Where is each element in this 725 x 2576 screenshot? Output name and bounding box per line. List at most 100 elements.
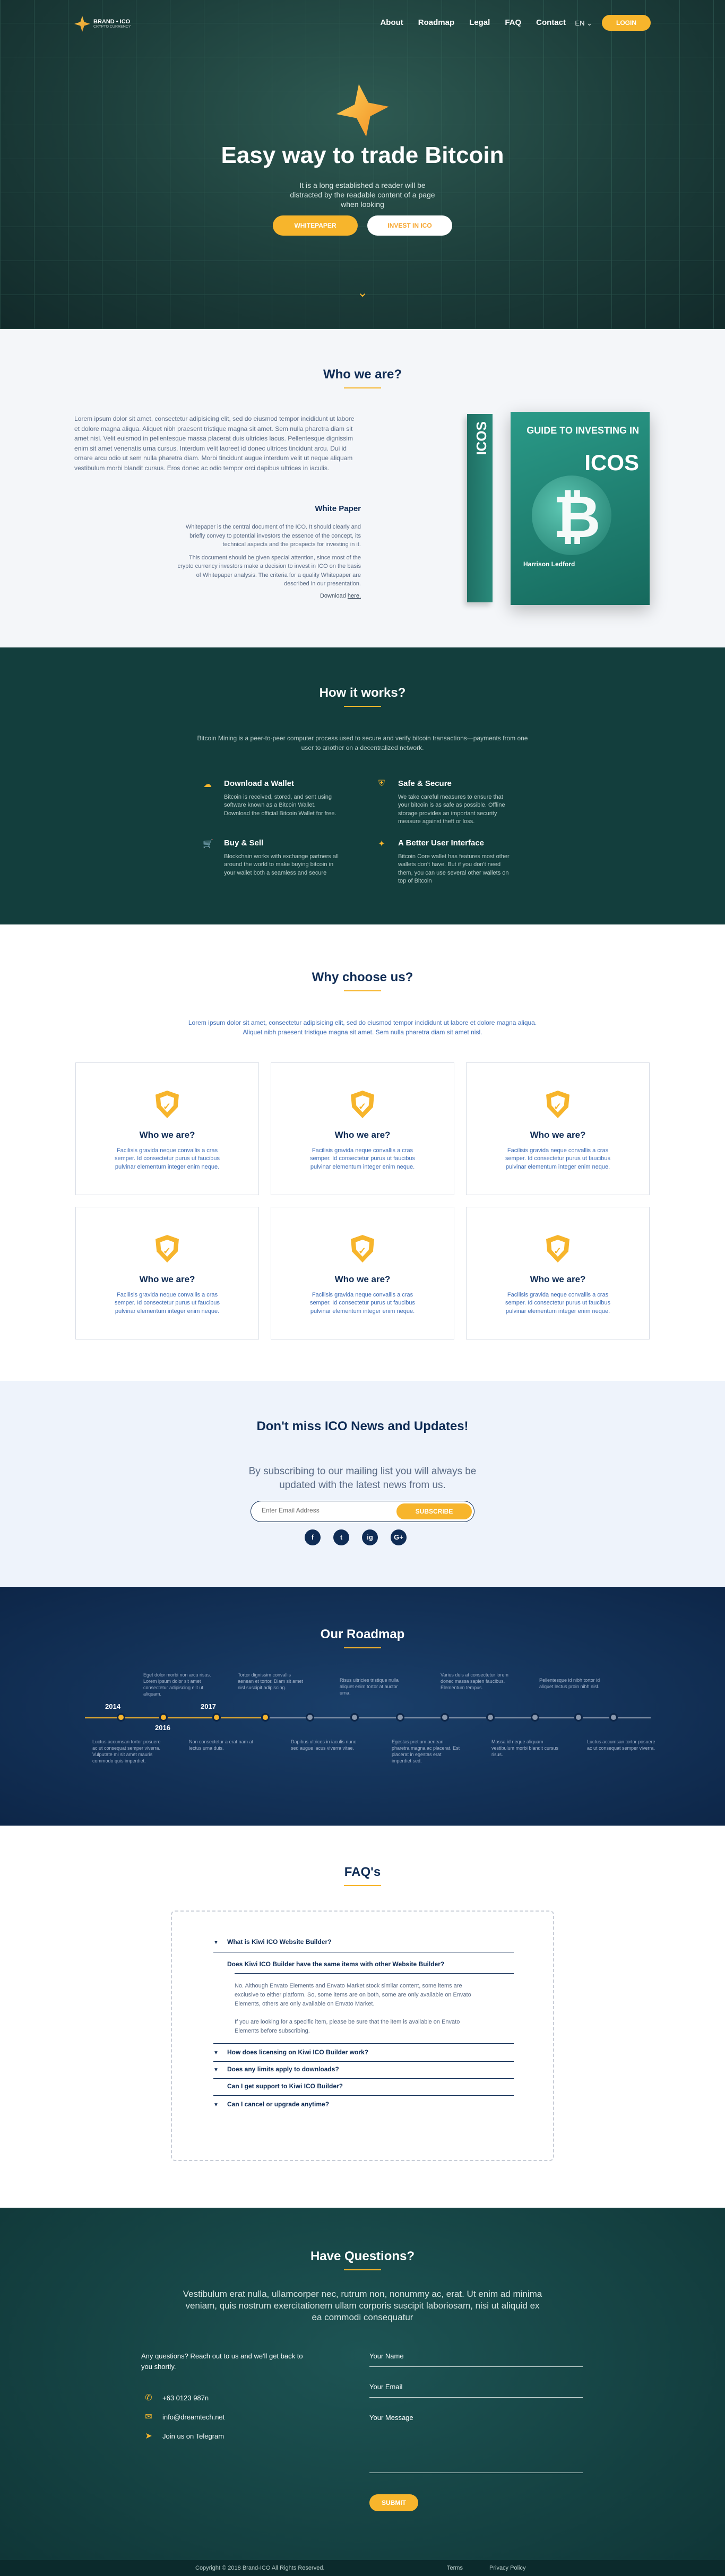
- invest-button[interactable]: INVEST IN ICO: [367, 215, 452, 236]
- roadmap-item: Pellentesque id nibh tortor id aliquet l…: [539, 1678, 600, 1690]
- social-links: f t ig G+: [305, 1529, 407, 1545]
- logo-subtitle: CRYPTO CURRENCY: [93, 25, 131, 29]
- nav-contact[interactable]: Contact: [536, 18, 566, 27]
- faq-question[interactable]: ▼ Can I cancel or upgrade anytime?: [213, 2100, 514, 2108]
- download-link[interactable]: here.: [348, 593, 361, 599]
- feature-download: ☁ Download a Wallet Bitcoin is received,…: [203, 779, 336, 817]
- instagram-icon[interactable]: ig: [362, 1529, 378, 1545]
- contact-section: Have Questions? Vestibulum erat nulla, u…: [0, 2208, 725, 2576]
- login-button[interactable]: LOGIN: [602, 15, 651, 31]
- google-plus-icon[interactable]: G+: [391, 1529, 407, 1545]
- facebook-icon[interactable]: f: [305, 1529, 321, 1545]
- year-label: 2014: [105, 1702, 120, 1710]
- twitter-icon[interactable]: t: [333, 1529, 349, 1545]
- divider: [213, 2095, 514, 2096]
- contact-title: Have Questions?: [0, 2249, 725, 2270]
- logo-title: BRAND • ICO: [93, 19, 131, 25]
- timeline-node: [261, 1713, 270, 1722]
- hero-section: BRAND • ICO CRYPTO CURRENCY About Roadma…: [0, 0, 725, 329]
- faq-subquestion[interactable]: Can I get support to Kiwi ICO Builder?: [213, 2082, 514, 2090]
- timeline-node: [306, 1713, 314, 1722]
- why-card: ✓ Who we are? Facilisis gravida neque conv…: [75, 1207, 259, 1339]
- envelope-icon: ✉: [145, 2413, 152, 2422]
- scroll-down-icon[interactable]: ⌄: [356, 287, 369, 299]
- faq-answer: If you are looking for a specific item, …: [235, 2019, 460, 2035]
- roadmap-item: Dapibus ultrices in iaculis nunc sed aug…: [291, 1739, 357, 1751]
- roadmap-item: Massa id neque aliquam vestibulum morbi …: [491, 1739, 559, 1758]
- hero-title: Easy way to trade Bitcoin: [221, 142, 504, 168]
- copyright: Copyright © 2018 Brand-ICO All Rights Re…: [195, 2565, 325, 2571]
- divider: [213, 2078, 514, 2079]
- roadmap-item: Risus ultricies tristique nulla aliquet …: [340, 1678, 399, 1696]
- divider: [213, 2043, 514, 2044]
- chevron-down-icon: ⌄: [586, 19, 592, 27]
- whitepaper-text-2: This document should be given special at…: [177, 554, 361, 587]
- telegram-icon: ➤: [145, 2432, 152, 2441]
- faq-question[interactable]: ▼ What is Kiwi ICO Website Builder?: [213, 1938, 514, 1946]
- timeline-node: [574, 1713, 583, 1722]
- how-title: How it works?: [0, 686, 725, 707]
- who-title: Who we are?: [0, 367, 725, 388]
- magic-wand-icon: ✦: [378, 840, 385, 849]
- faq-answer: No. Although Envato Elements and Envato …: [235, 1983, 471, 2008]
- newsletter-text: By subscribing to our mailing list you w…: [248, 1466, 477, 1491]
- roadmap-item: Varius duis at consectetur lorem donec m…: [441, 1672, 508, 1691]
- nav-faq[interactable]: FAQ: [505, 18, 521, 27]
- faq-subquestion[interactable]: Does Kiwi ICO Builder have the same item…: [213, 1960, 514, 1968]
- terms-link[interactable]: Terms: [447, 2565, 463, 2571]
- cloud-download-icon: ☁: [203, 780, 212, 789]
- nav-about[interactable]: About: [380, 18, 403, 27]
- why-section: Why choose us? Lorem ipsum dolor sit ame…: [0, 924, 725, 1381]
- roadmap-item: Non consectetur a erat nam at lectus urn…: [189, 1739, 254, 1751]
- faq-question[interactable]: ▼ Does any limits apply to downloads?: [213, 2065, 514, 2073]
- contact-phone[interactable]: ✆ +63 0123 987n: [143, 2392, 209, 2403]
- roadmap-item: Luctus accumsan tortor posuere ac ut con…: [92, 1739, 161, 1764]
- message-field[interactable]: Your Message: [369, 2414, 583, 2473]
- subscribe-form: SUBSCRIBE: [251, 1501, 474, 1522]
- book-title-big: ICOS: [584, 450, 639, 475]
- faq-title: FAQ's: [0, 1865, 725, 1886]
- who-text: Lorem ipsum dolor sit amet, consectetur …: [74, 415, 355, 472]
- timeline-progress: [85, 1717, 265, 1718]
- faq-section: FAQ's ▼ What is Kiwi ICO Website Builder?…: [0, 1826, 725, 2208]
- email-input[interactable]: [262, 1507, 378, 1514]
- roadmap-item: Eget dolor morbi non arcu risus. Lorem i…: [143, 1672, 211, 1697]
- whitepaper-block: White Paper Whitepaper is the central do…: [175, 504, 361, 599]
- submit-button[interactable]: SUBMIT: [369, 2494, 418, 2511]
- name-field[interactable]: Your Name: [369, 2352, 583, 2367]
- how-intro: Bitcoin Mining is a peer-to-peer compute…: [197, 734, 528, 751]
- book-author: Harrison Ledford: [523, 560, 575, 568]
- chevron-down-icon: ▼: [213, 1940, 219, 1946]
- download-line: Download here.: [320, 592, 361, 599]
- timeline-node: [609, 1713, 618, 1722]
- nav-legal[interactable]: Legal: [469, 18, 490, 27]
- year-label: 2017: [201, 1702, 216, 1710]
- timeline-node: [117, 1713, 125, 1722]
- feature-secure: ⛨ Safe & Secure We take careful measures…: [377, 779, 568, 826]
- contact-email[interactable]: ✉ info@dreamtech.net: [143, 2411, 225, 2422]
- faq-question[interactable]: ▼ How does licensing on Kiwi ICO Builder …: [213, 2048, 514, 2056]
- why-card: ✓ Who we are? Facilisis gravida neque conv…: [271, 1062, 454, 1195]
- why-intro: Lorem ipsum dolor sit amet, consectetur …: [188, 1019, 537, 1036]
- whitepaper-button[interactable]: WHITEPAPER: [273, 215, 358, 236]
- contact-intro: Any questions? Reach out to us and we'll…: [141, 2352, 303, 2371]
- why-card: ✓ Who we are? Facilisis gravida neque conv…: [466, 1207, 650, 1339]
- contact-lead: Vestibulum erat nulla, ullamcorper nec, …: [183, 2289, 542, 2323]
- whitepaper-text-1: Whitepaper is the central document of th…: [185, 524, 361, 548]
- year-label: 2016: [155, 1724, 170, 1732]
- why-title: Why choose us?: [0, 970, 725, 991]
- hero-subtitle: It is a long established a reader will b…: [290, 181, 435, 209]
- contact-telegram[interactable]: ➤ Join us on Telegram: [143, 2431, 224, 2441]
- why-card: ✓ Who we are? Facilisis gravida neque conv…: [271, 1207, 454, 1339]
- brand-logo[interactable]: BRAND • ICO CRYPTO CURRENCY: [74, 16, 131, 32]
- language-select[interactable]: EN ⌄: [575, 19, 592, 28]
- privacy-link[interactable]: Privacy Policy: [489, 2565, 525, 2571]
- email-field[interactable]: Your Email: [369, 2383, 583, 2398]
- roadmap-section: Our Roadmap 2014 2016 2017 Eget dolor mo…: [0, 1587, 725, 1826]
- newsletter-title: Don't miss ICO News and Updates!: [256, 1419, 469, 1433]
- timeline-node: [212, 1713, 221, 1722]
- nav-roadmap[interactable]: Roadmap: [418, 18, 454, 27]
- subscribe-button[interactable]: SUBSCRIBE: [396, 1503, 472, 1519]
- main-menu: About Roadmap Legal FAQ Contact: [380, 18, 566, 27]
- cart-icon: 🛒: [203, 840, 213, 849]
